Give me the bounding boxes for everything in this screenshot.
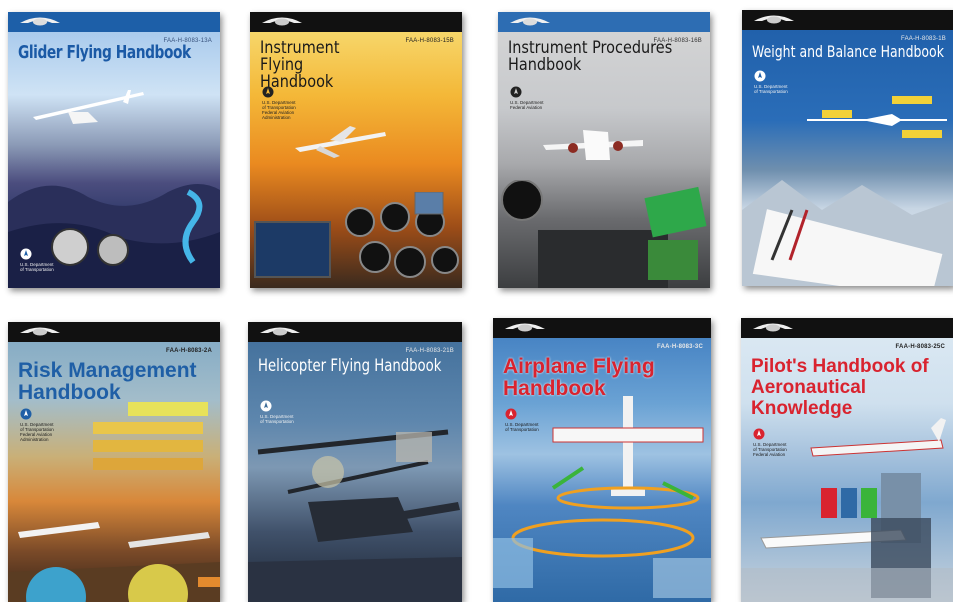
handbook-title: Pilot's Handbook of Aeronautical Knowled… [751,356,929,419]
glider-illustration [33,90,144,124]
asa-logo-icon [20,327,60,336]
faa-publisher: U.S. Department of Transportation [260,400,320,424]
book-cover-risk-management[interactable]: FAA-H-8083-2A Risk Management Handbook U… [8,322,220,602]
asa-logo-icon [505,323,545,332]
book-cover-instrument-procedures[interactable]: FAA-H-8083-16B Instrument Procedures Han… [498,12,710,288]
jet-illustration [295,126,386,158]
book-cover-weight-balance[interactable]: FAA-H-8083-1B Weight and Balance Handboo… [742,10,953,286]
cover-top-bar [248,322,462,342]
handbook-code: FAA-H-8083-25C [895,344,945,350]
asa-logo-icon [20,17,60,26]
cover-top-bar [250,12,462,32]
faa-publisher: U.S. Department of Transportation [20,248,80,272]
book-cover-instrument-flying[interactable]: FAA-H-8083-15B Instrument Flying Handboo… [250,12,462,288]
twin-prop-illustration [543,130,643,160]
asa-logo-icon [753,323,793,332]
handbook-code: FAA-H-8083-2A [166,348,212,354]
airplane-topview [493,396,711,598]
dot-seal-icon [262,86,274,98]
asa-logo-icon [754,15,794,24]
helicopter-illustration [248,429,462,602]
dot-seal-icon [510,86,522,98]
cover-top-bar [498,12,710,32]
mountains-and-chart [742,180,953,286]
handbook-grid: FAA-H-8083-13A Glider Flying Handbook U.… [0,0,953,602]
balance-diagram [807,96,947,138]
asa-logo-icon [510,17,550,26]
dot-seal-icon [260,400,272,412]
dot-seal-icon [20,248,32,260]
book-cover-pilots-handbook[interactable]: FAA-H-8083-25C Pilot's Handbook of Aeron… [741,318,953,602]
cover-top-bar [493,318,711,338]
handbook-title: Instrument Procedures Handbook [508,38,673,75]
handbook-code: FAA-H-8083-21B [405,348,454,354]
cover-top-bar [8,322,220,342]
handbook-code: FAA-H-8083-15B [405,38,454,44]
aircraft-cutaway [741,418,953,602]
dot-seal-icon [754,70,766,82]
cover-top-bar [8,12,220,32]
book-cover-airplane-flying[interactable]: FAA-H-8083-3C Airplane Flying Handbook U… [493,318,711,602]
asa-logo-icon [260,327,300,336]
risk-flowchart [8,402,220,602]
faa-publisher: U.S. Department Federal Aviation [510,86,570,110]
cover-top-bar [742,10,953,30]
book-cover-glider[interactable]: FAA-H-8083-13A Glider Flying Handbook U.… [8,12,220,288]
faa-publisher: U.S. Department of Transportation Federa… [262,86,322,120]
instrument-panel [254,192,459,278]
handbook-title: Instrument Flying Handbook [260,38,340,92]
asa-logo-icon [262,17,302,26]
handbook-title: Glider Flying Handbook [18,42,191,63]
handbook-title: Weight and Balance Handbook [752,42,944,61]
handbook-code: FAA-H-8083-3C [657,344,703,350]
book-cover-helicopter[interactable]: FAA-H-8083-21B Helicopter Flying Handboo… [248,322,462,602]
cover-top-bar [741,318,953,338]
cockpit-panel [501,180,707,288]
handbook-title: Helicopter Flying Handbook [258,356,442,376]
